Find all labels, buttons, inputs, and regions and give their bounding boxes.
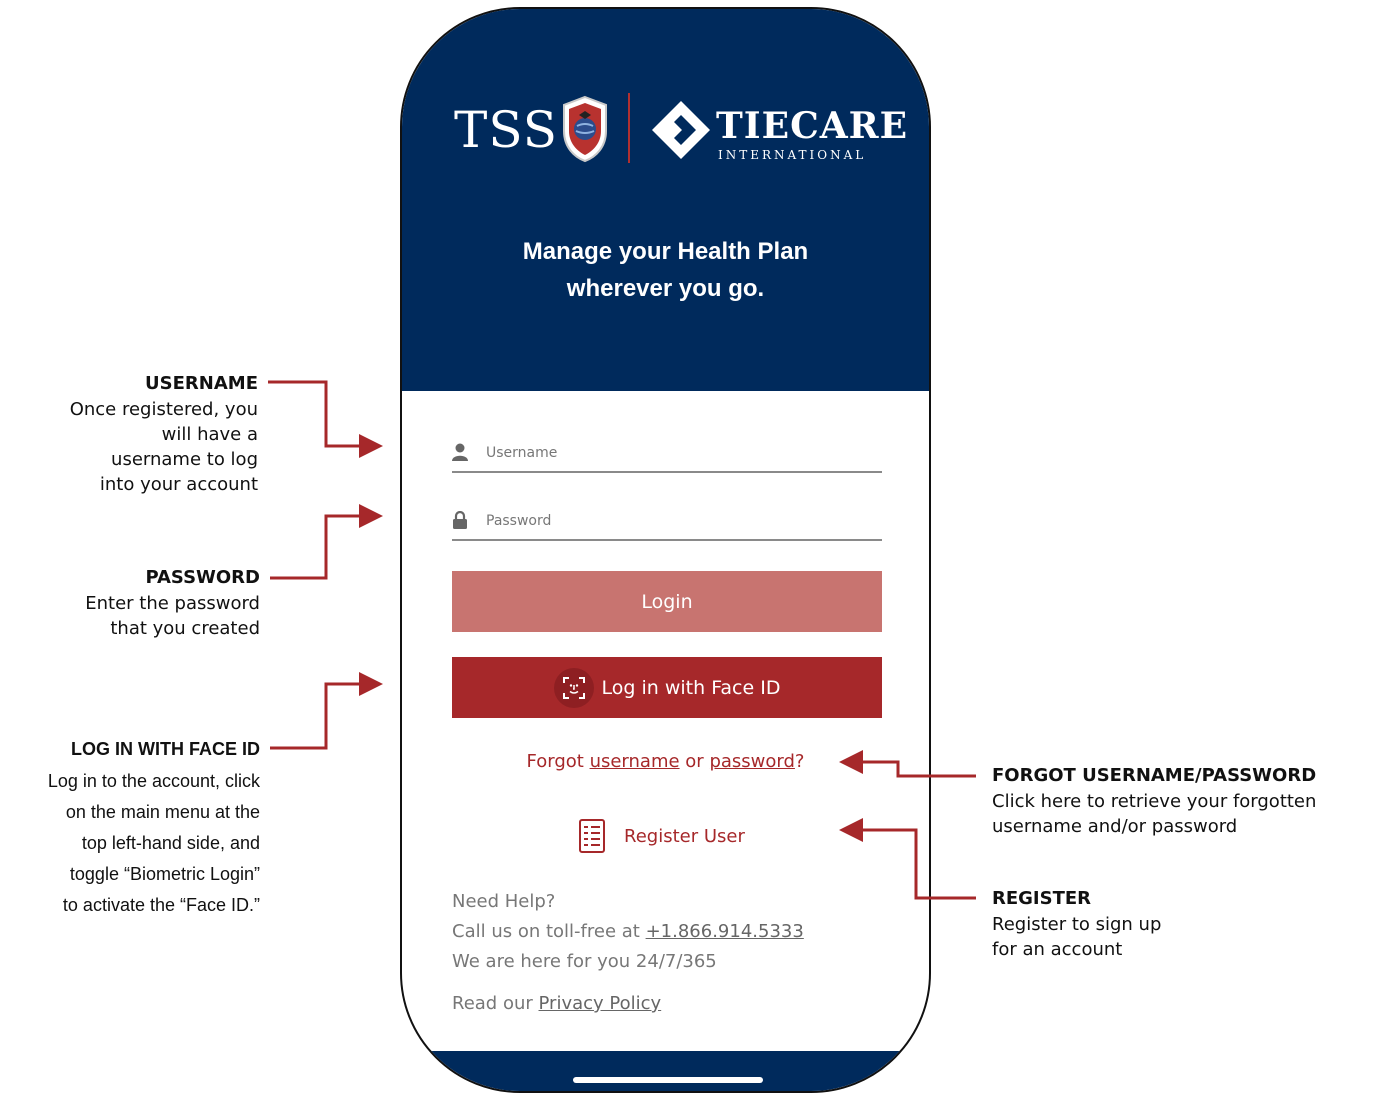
register-annotation-title: REGISTER	[992, 888, 1092, 909]
tiecare-logo-text: TIECARE	[716, 105, 909, 147]
tagline-line-1: Manage your Health Plan	[522, 238, 809, 265]
password-input[interactable]	[486, 507, 866, 535]
tss-shield-icon	[563, 95, 607, 163]
username-annotation-line: username to log	[111, 449, 258, 470]
face-id-icon	[553, 667, 594, 708]
password-annotation-text: Enter the password that you created	[85, 591, 260, 641]
tiecare-logo-subtext: INTERNATIONAL	[718, 148, 867, 162]
password-annotation-title: PASSWORD	[145, 567, 260, 588]
username-annotation-line: Once registered, you	[69, 399, 258, 420]
username-annotation-title: USERNAME	[145, 373, 258, 394]
tagline: Manage your Health Plan wherever you go.	[402, 233, 929, 307]
logo-divider	[628, 93, 630, 163]
face-id-annotation-line: Log in to the account, click	[47, 771, 260, 791]
face-id-annotation-line: on the main menu at the	[65, 802, 260, 822]
lock-icon	[453, 511, 467, 529]
help-call-prefix: Call us on toll-free at	[452, 921, 640, 942]
register-annotation-text: Register to sign up for an account	[992, 912, 1161, 962]
register-annotation-line: for an account	[992, 939, 1123, 960]
help-availability: We are here for you 24/7/365	[452, 951, 717, 972]
username-annotation-line: into your account	[99, 474, 258, 495]
register-user-link[interactable]: Register User	[578, 816, 745, 856]
brand-logos: TSS TIECARE INTERNATIONAL	[454, 93, 907, 173]
forgot-credentials-row: Forgot username or password?	[402, 751, 929, 772]
help-call-row: Call us on toll-free at +1.866.914.5333	[452, 921, 804, 942]
register-form-icon	[579, 819, 605, 853]
username-callout-arrow	[268, 380, 383, 458]
forgot-annotation-line: Click here to retrieve your forgotten	[992, 791, 1317, 812]
help-phone-link[interactable]: +1.866.914.5333	[646, 921, 804, 942]
face-id-annotation-title: LOG IN WITH FACE ID	[71, 739, 260, 759]
username-annotation-line: will have a	[161, 424, 258, 445]
password-field[interactable]	[452, 507, 882, 541]
bottom-bar	[402, 1051, 929, 1091]
face-id-annotation-line: toggle “Biometric Login”	[69, 864, 260, 884]
username-field[interactable]	[452, 439, 882, 473]
forgot-prefix: Forgot	[526, 751, 584, 772]
forgot-username-link[interactable]: username	[590, 751, 680, 772]
password-callout-arrow	[270, 504, 383, 580]
forgot-or: or	[685, 751, 704, 772]
forgot-suffix: ?	[794, 751, 805, 772]
forgot-annotation-text: Click here to retrieve your forgotten us…	[992, 789, 1316, 839]
phone-frame: TSS TIECARE INTERNATIONAL Manage your He…	[400, 7, 931, 1093]
username-annotation-text: Once registered, you will have a usernam…	[70, 397, 258, 497]
face-id-annotation-line: to activate the “Face ID.”	[62, 895, 260, 915]
privacy-prefix: Read our	[452, 993, 533, 1014]
privacy-policy-link[interactable]: Privacy Policy	[539, 993, 662, 1014]
face-id-annotation-text: Log in to the account, click on the main…	[48, 766, 260, 921]
tss-logo-text: TSS	[454, 101, 558, 159]
username-input[interactable]	[486, 439, 866, 467]
hero-header: TSS TIECARE INTERNATIONAL Manage your He…	[402, 9, 929, 391]
face-id-label: Log in with Face ID	[601, 676, 781, 699]
face-id-callout-arrow	[270, 672, 383, 750]
face-id-login-button[interactable]: Log in with Face ID	[452, 657, 882, 718]
forgot-password-link[interactable]: password	[709, 751, 794, 772]
forgot-annotation-line: username and/or password	[992, 816, 1238, 837]
face-id-annotation-line: top left-hand side, and	[81, 833, 260, 853]
help-title: Need Help?	[452, 891, 556, 912]
forgot-annotation-title: FORGOT USERNAME/PASSWORD	[992, 765, 1317, 786]
privacy-row: Read our Privacy Policy	[452, 993, 661, 1014]
register-annotation-line: Register to sign up	[992, 914, 1162, 935]
tiecare-mark-icon	[652, 101, 710, 159]
password-annotation-line: that you created	[110, 618, 260, 639]
register-user-label: Register User	[624, 825, 745, 847]
user-icon	[452, 443, 468, 461]
login-button[interactable]: Login	[452, 571, 882, 632]
tagline-line-2: wherever you go.	[566, 275, 765, 302]
home-indicator	[573, 1077, 763, 1083]
password-annotation-line: Enter the password	[85, 593, 260, 614]
